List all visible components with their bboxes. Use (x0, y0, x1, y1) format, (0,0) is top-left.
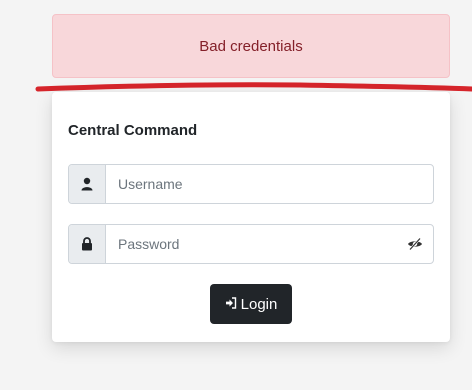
error-alert: Bad credentials (52, 14, 450, 78)
login-button-label: Login (240, 295, 278, 313)
sign-in-icon (225, 296, 237, 313)
error-alert-message: Bad credentials (199, 37, 303, 55)
user-icon (69, 165, 106, 203)
eye-slash-icon[interactable] (397, 225, 433, 263)
login-button[interactable]: Login (210, 284, 292, 324)
login-page: Bad credentials Central Command Username… (0, 0, 472, 390)
login-card: Central Command Username Login (52, 92, 450, 342)
password-field[interactable] (106, 225, 397, 263)
form-title: Central Command (68, 122, 198, 139)
lock-icon (69, 225, 106, 263)
username-input-group (68, 164, 434, 204)
username-field[interactable] (106, 165, 433, 203)
password-input-group (68, 224, 434, 264)
